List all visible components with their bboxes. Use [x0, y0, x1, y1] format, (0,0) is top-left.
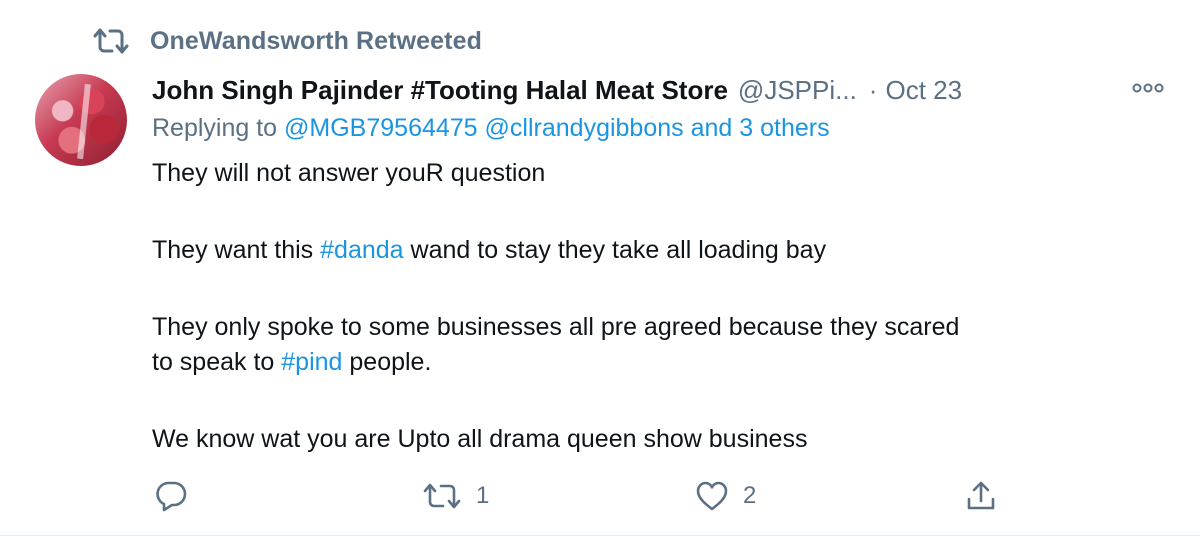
hashtag-link[interactable]: #danda [320, 236, 403, 264]
heart-icon [695, 480, 729, 512]
avatar[interactable] [35, 74, 127, 166]
separator-dot: · [868, 74, 878, 105]
author-name[interactable]: John Singh Pajinder #Tooting Halal Meat … [152, 75, 728, 106]
replying-to-label: Replying to [152, 114, 278, 142]
retweet-context-label[interactable]: OneWandsworth Retweeted [150, 27, 482, 56]
tweet-card[interactable]: OneWandsworth Retweeted John Singh Pajin… [0, 0, 1200, 536]
tweet-text-segment: to speak to [152, 348, 275, 376]
author-handle[interactable]: @JSPPi... [738, 75, 857, 106]
tweet-line: We know wat you are Upto all drama queen… [152, 425, 808, 453]
tweet-line: They only spoke to some businesses all p… [152, 313, 960, 341]
hashtag-link[interactable]: #pind [281, 348, 342, 376]
share-icon [964, 479, 998, 513]
tweet-text-segment: people. [349, 348, 432, 376]
retweet-context: OneWandsworth Retweeted [92, 26, 482, 56]
more-options-button[interactable] [1128, 78, 1168, 102]
tweet-line: to speak to #pind people. [152, 345, 1162, 380]
tweet-date[interactable]: Oct 23 [885, 75, 962, 106]
tweet-actions: 1 2 [152, 478, 1012, 514]
tweet-text-segment: wand to stay they take all loading bay [410, 236, 827, 264]
tweet-line: They will not answer youR question [152, 159, 546, 187]
retweet-icon [422, 480, 462, 512]
tweet-text-segment: They want this [152, 236, 314, 264]
like-count: 2 [743, 482, 757, 509]
mention-link[interactable]: @cllrandygibbons [485, 114, 684, 142]
tweet-line: They want this #danda wand to stay they … [152, 233, 1162, 268]
tweet-text: They will not answer youR question They … [152, 156, 1162, 457]
retweet-button[interactable]: 1 [422, 478, 489, 514]
reply-button[interactable] [154, 478, 202, 514]
more-icon [1130, 81, 1166, 99]
like-button[interactable]: 2 [695, 478, 756, 514]
mention-link[interactable]: @MGB79564475 [284, 114, 478, 142]
retweet-count: 1 [476, 482, 490, 509]
replying-to: Replying to @MGB79564475 @cllrandygibbon… [152, 114, 830, 143]
avatar-detail [77, 83, 91, 160]
tweet-header: John Singh Pajinder #Tooting Halal Meat … [152, 70, 962, 110]
mention-others-link[interactable]: and 3 others [691, 114, 830, 142]
retweet-icon [92, 26, 130, 56]
reply-icon [154, 479, 188, 513]
share-button[interactable] [964, 478, 998, 514]
